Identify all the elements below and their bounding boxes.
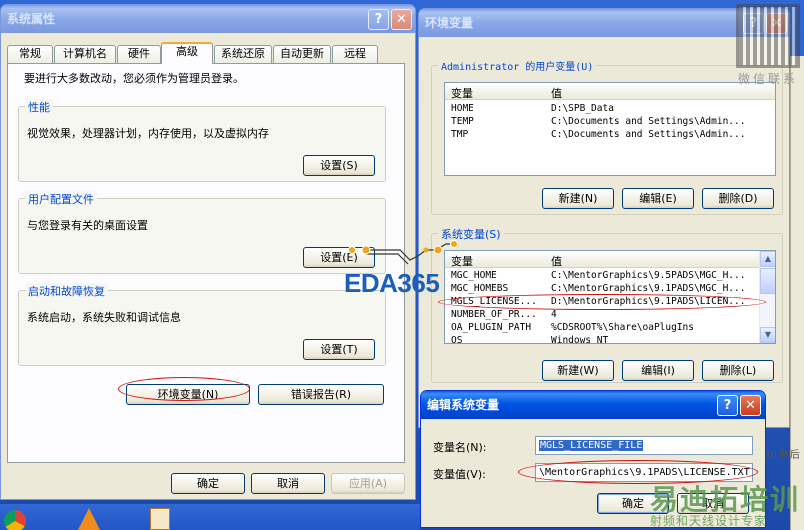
environment-variables-window: 环境变量 ? ✕ Administrator 的用户变量(U) 变量 值 HOM… bbox=[418, 8, 790, 428]
variable-name-label: 变量名(N): bbox=[433, 441, 487, 454]
table-row[interactable]: OS Windows_NT bbox=[445, 335, 775, 343]
table-row[interactable]: MGC_HOME C:\MentorGraphics\9.5PADS\MGC_H.… bbox=[445, 270, 775, 283]
table-row[interactable]: OA_PLUGIN_PATH %CDSROOT%\Share\oaPlugIns bbox=[445, 322, 775, 335]
environment-variables-titlebar[interactable]: 环境变量 bbox=[419, 9, 789, 37]
system-variables-list[interactable]: 变量 值 MGC_HOME C:\MentorGraphics\9.5PADS\M… bbox=[444, 250, 776, 344]
user-edit-button[interactable]: 编辑(E) bbox=[622, 188, 694, 209]
table-row[interactable]: NUMBER_OF_PR... 4 bbox=[445, 309, 775, 322]
performance-settings-button[interactable]: 设置(S) bbox=[303, 155, 375, 176]
table-row[interactable]: MGC_HOMEBS C:\MentorGraphics\9.1PADS\MGC_… bbox=[445, 283, 775, 296]
startup-recovery-group: 启动和故障恢复 系统启动，系统失败和调试信息 设置(T) bbox=[18, 283, 386, 366]
system-variables-title: 系统变量(S) bbox=[438, 226, 504, 242]
user-profiles-title: 用户配置文件 bbox=[25, 191, 97, 207]
user-profiles-desc: 与您登录有关的桌面设置 bbox=[27, 219, 148, 232]
qr-code-icon bbox=[736, 4, 800, 68]
startup-recovery-desc: 系统启动，系统失败和调试信息 bbox=[27, 311, 181, 324]
tab-hardware[interactable]: 硬件 bbox=[117, 45, 161, 63]
table-row[interactable]: HOME D:\SPB_Data bbox=[445, 103, 775, 116]
user-col-variable[interactable]: 变量 bbox=[451, 85, 473, 101]
tab-auto-update[interactable]: 自动更新 bbox=[273, 45, 331, 63]
side-countdown-text: 30 秒后 bbox=[764, 450, 800, 461]
system-list-header: 变量 值 bbox=[445, 251, 759, 268]
user-col-value[interactable]: 值 bbox=[551, 85, 562, 101]
window-title: 系统属性 bbox=[7, 12, 56, 26]
tab-computer-name[interactable]: 计算机名 bbox=[54, 45, 116, 63]
advanced-tab-page: 要进行大多数改动，您必须作为管理员登录。 性能 视觉效果，处理器计划，内存使用，… bbox=[7, 63, 405, 463]
help-button[interactable]: ? bbox=[368, 9, 389, 30]
system-edit-button[interactable]: 编辑(I) bbox=[622, 360, 694, 381]
system-properties-window: 系统属性 ? ✕ 常规 计算机名 硬件 高级 系统还原 自动更新 远程 要进行大… bbox=[0, 4, 416, 500]
scroll-thumb[interactable] bbox=[760, 268, 775, 294]
tab-advanced[interactable]: 高级 bbox=[161, 42, 213, 64]
env-window-title: 环境变量 bbox=[425, 16, 474, 30]
vlc-icon[interactable] bbox=[78, 508, 100, 530]
edit-dialog-title: 编辑系统变量 bbox=[427, 398, 500, 412]
table-row[interactable]: TEMP C:\Documents and Settings\Admin... bbox=[445, 116, 775, 129]
user-variables-group: Administrator 的用户变量(U) 变量 值 HOME D:\SPB_D… bbox=[431, 58, 783, 215]
wechat-watermark: 微信联系 bbox=[738, 72, 799, 86]
brand-subtitle: 射频和天线设计专家 bbox=[650, 514, 768, 528]
user-variables-title: Administrator 的用户变量(U) bbox=[438, 58, 597, 73]
environment-variables-button[interactable]: 环境变量(N) bbox=[126, 384, 250, 405]
variable-name-input[interactable]: MGLS_LICENSE_FILE bbox=[535, 436, 753, 455]
document-icon[interactable] bbox=[150, 508, 170, 530]
system-col-variable[interactable]: 变量 bbox=[451, 253, 473, 269]
tab-system-restore[interactable]: 系统还原 bbox=[214, 45, 272, 63]
variable-name-value: MGLS_LICENSE_FILE bbox=[539, 440, 644, 451]
system-new-button[interactable]: 新建(W) bbox=[542, 360, 614, 381]
scroll-up-icon[interactable]: ▲ bbox=[760, 251, 775, 267]
startup-recovery-title: 启动和故障恢复 bbox=[25, 283, 108, 299]
taskbar bbox=[0, 504, 420, 530]
close-button[interactable]: ✕ bbox=[391, 9, 412, 30]
edit-close-button[interactable]: ✕ bbox=[740, 395, 761, 416]
performance-title: 性能 bbox=[25, 99, 53, 115]
table-row[interactable]: TMP C:\Documents and Settings\Admin... bbox=[445, 129, 775, 142]
scroll-down-icon[interactable]: ▼ bbox=[760, 327, 775, 343]
user-profiles-settings-button[interactable]: 设置(E) bbox=[303, 247, 375, 268]
system-delete-button[interactable]: 删除(L) bbox=[702, 360, 774, 381]
admin-note: 要进行大多数改动，您必须作为管理员登录。 bbox=[24, 72, 244, 85]
chrome-icon[interactable] bbox=[4, 510, 26, 530]
system-properties-titlebar[interactable]: 系统属性 bbox=[1, 5, 415, 33]
performance-group: 性能 视觉效果，处理器计划，内存使用，以及虚拟内存 设置(S) bbox=[18, 99, 386, 182]
tab-remote[interactable]: 远程 bbox=[332, 45, 378, 63]
table-row[interactable]: MGLS_LICENSE... D:\MentorGraphics\9.1PADS… bbox=[445, 296, 775, 309]
user-new-button[interactable]: 新建(N) bbox=[542, 188, 614, 209]
ok-button[interactable]: 确定 bbox=[171, 473, 245, 494]
user-list-header: 变量 值 bbox=[445, 83, 775, 100]
performance-desc: 视觉效果，处理器计划，内存使用，以及虚拟内存 bbox=[27, 127, 269, 140]
user-profiles-group: 用户配置文件 与您登录有关的桌面设置 设置(E) bbox=[18, 191, 386, 274]
edit-dialog-titlebar[interactable]: 编辑系统变量 bbox=[421, 391, 765, 419]
system-col-value[interactable]: 值 bbox=[551, 253, 562, 269]
eda365-watermark: EDA365 bbox=[344, 268, 440, 298]
system-list-scrollbar[interactable]: ▲ ▼ bbox=[759, 251, 775, 343]
user-variables-list[interactable]: 变量 值 HOME D:\SPB_Data TEMP C:\Documents an… bbox=[444, 82, 776, 176]
user-delete-button[interactable]: 删除(D) bbox=[702, 188, 774, 209]
apply-button[interactable]: 应用(A) bbox=[331, 473, 405, 494]
tab-general[interactable]: 常规 bbox=[7, 45, 53, 63]
variable-value-label: 变量值(V): bbox=[433, 468, 486, 481]
system-variables-group: 系统变量(S) 变量 值 MGC_HOME C:\MentorGraphics\9… bbox=[431, 226, 783, 383]
edit-help-button[interactable]: ? bbox=[717, 395, 738, 416]
startup-settings-button[interactable]: 设置(T) bbox=[303, 339, 375, 360]
error-reporting-button[interactable]: 错误报告(R) bbox=[258, 384, 384, 405]
cancel-button[interactable]: 取消 bbox=[251, 473, 325, 494]
